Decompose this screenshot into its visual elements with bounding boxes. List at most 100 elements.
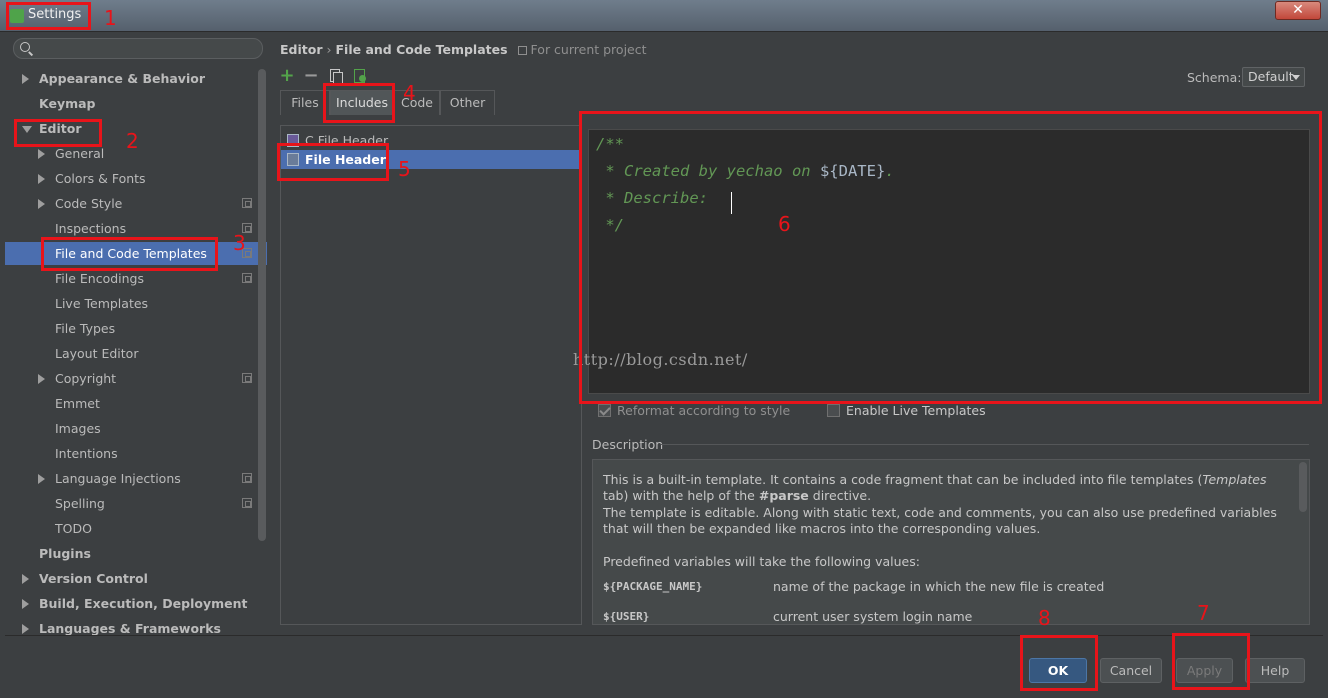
sidebar-item[interactable]: Languages & Frameworks bbox=[5, 617, 267, 635]
checkbox-icon bbox=[827, 404, 840, 417]
project-scope-icon bbox=[242, 273, 252, 283]
sidebar-item-label: Colors & Fonts bbox=[55, 171, 146, 186]
sidebar-item-label: Inspections bbox=[55, 221, 127, 236]
description-divider bbox=[661, 444, 1309, 445]
sidebar-item-label: Version Control bbox=[39, 571, 148, 586]
chevron-down-icon bbox=[1292, 75, 1300, 80]
tab-other[interactable]: Other bbox=[440, 90, 495, 115]
sidebar-item-label: Keymap bbox=[39, 96, 96, 111]
sidebar-item-label: Live Templates bbox=[55, 296, 149, 311]
sidebar-item-label: TODO bbox=[55, 521, 92, 536]
chevron-right-icon[interactable] bbox=[22, 624, 29, 634]
sidebar-item[interactable]: Language Injections bbox=[5, 467, 267, 490]
schema-label: Schema: bbox=[1187, 70, 1242, 85]
breadcrumb: Editor › File and Code Templates For curren… bbox=[280, 42, 647, 57]
desc-text: This is a built-in template. It contains… bbox=[603, 472, 1203, 487]
remove-template-button[interactable]: − bbox=[301, 66, 321, 86]
sidebar-item[interactable]: Colors & Fonts bbox=[5, 167, 267, 190]
sidebar-item[interactable]: Layout Editor bbox=[5, 342, 267, 365]
sidebar-item[interactable]: Live Templates bbox=[5, 292, 267, 315]
variable-description: name of the package in which the new fil… bbox=[773, 579, 1105, 594]
sidebar-item-label: Images bbox=[55, 421, 101, 436]
project-scope-icon bbox=[242, 373, 252, 383]
sidebar-item[interactable]: Emmet bbox=[5, 392, 267, 415]
sidebar-item-label: Appearance & Behavior bbox=[39, 71, 205, 86]
sidebar-item-label: Layout Editor bbox=[55, 346, 139, 361]
sidebar-item-label: File Types bbox=[55, 321, 116, 336]
annotation-number-6: 6 bbox=[778, 212, 791, 236]
close-window-button[interactable]: ✕ bbox=[1275, 1, 1321, 20]
chevron-right-icon[interactable] bbox=[38, 174, 45, 184]
enable-live-templates-checkbox[interactable]: Enable Live Templates bbox=[827, 403, 986, 419]
breadcrumb-separator: › bbox=[326, 42, 332, 57]
project-icon bbox=[517, 46, 527, 55]
sidebar-item-label: Languages & Frameworks bbox=[39, 621, 221, 635]
chevron-right-icon[interactable] bbox=[38, 474, 45, 484]
desc-text: directive. bbox=[808, 488, 872, 503]
sidebar-item[interactable]: Spelling bbox=[5, 492, 267, 515]
chevron-right-icon[interactable] bbox=[22, 599, 29, 609]
tab-code[interactable]: Code bbox=[394, 90, 440, 115]
project-scope-icon bbox=[242, 498, 252, 508]
chevron-right-icon[interactable] bbox=[22, 574, 29, 584]
sidebar-item[interactable]: Keymap bbox=[5, 92, 267, 115]
sidebar-item[interactable]: Version Control bbox=[5, 567, 267, 590]
desc-text: tab) with the help of the bbox=[603, 488, 759, 503]
sidebar-item[interactable]: Images bbox=[5, 417, 267, 440]
variable-name: ${USER} bbox=[603, 610, 650, 623]
checkbox-icon bbox=[598, 404, 611, 417]
description-paragraph-3: Predefined variables will take the follo… bbox=[603, 554, 920, 569]
breadcrumb-current: File and Code Templates bbox=[335, 42, 508, 57]
sidebar-item[interactable]: Copyright bbox=[5, 367, 267, 390]
sidebar-item-label: Copyright bbox=[55, 371, 117, 386]
settings-tree: Appearance & Behavior Keymap Editor General… bbox=[5, 68, 267, 635]
sidebar-item-label: Code Style bbox=[55, 196, 123, 211]
annotation-box-8 bbox=[1020, 635, 1098, 691]
annotation-number-3: 3 bbox=[233, 231, 246, 255]
help-button[interactable]: Help bbox=[1245, 658, 1305, 683]
description-paragraph-2: The template is editable. Along with sta… bbox=[603, 505, 1277, 536]
sidebar-item[interactable]: Appearance & Behavior bbox=[5, 68, 267, 90]
schema-value: Default bbox=[1248, 69, 1294, 84]
sidebar-item-label: Emmet bbox=[55, 396, 100, 411]
sidebar-item-label: General bbox=[55, 146, 105, 161]
annotation-box-7 bbox=[1172, 633, 1250, 690]
sidebar-item[interactable]: File Types bbox=[5, 317, 267, 340]
sidebar-item[interactable]: Build, Execution, Deployment bbox=[5, 592, 267, 615]
reformat-label: Reformat according to style bbox=[617, 403, 791, 418]
sidebar-item[interactable]: Intentions bbox=[5, 442, 267, 465]
project-scope-note: For current project bbox=[517, 42, 647, 57]
sidebar-item-label: Plugins bbox=[39, 546, 91, 561]
sidebar-item[interactable]: Code Style bbox=[5, 192, 267, 215]
schema-dropdown[interactable]: Default bbox=[1242, 67, 1305, 87]
annotation-number-8: 8 bbox=[1038, 606, 1051, 630]
annotation-box-4 bbox=[323, 83, 395, 123]
annotation-box-2 bbox=[14, 119, 102, 147]
annotation-number-4: 4 bbox=[403, 81, 416, 105]
title-bar: Settings ✕ bbox=[0, 0, 1328, 32]
sidebar-item[interactable]: TODO bbox=[5, 517, 267, 540]
add-template-button[interactable]: + bbox=[277, 66, 297, 86]
variable-description: current user system login name bbox=[773, 609, 973, 624]
project-scope-icon bbox=[242, 473, 252, 483]
description-paragraph-1: This is a built-in template. It contains… bbox=[603, 472, 1293, 504]
sidebar-item-label: Build, Execution, Deployment bbox=[39, 596, 248, 611]
sidebar-scrollbar[interactable] bbox=[258, 69, 266, 541]
annotation-number-5: 5 bbox=[398, 157, 411, 181]
chevron-right-icon[interactable] bbox=[22, 74, 29, 84]
annotation-box-3 bbox=[41, 237, 218, 271]
chevron-right-icon[interactable] bbox=[38, 149, 45, 159]
description-scrollbar[interactable] bbox=[1299, 462, 1307, 512]
cancel-button[interactable]: Cancel bbox=[1100, 658, 1162, 683]
sidebar-item-label: Intentions bbox=[55, 446, 118, 461]
sidebar-item[interactable]: Plugins bbox=[5, 542, 267, 565]
annotation-number-2: 2 bbox=[126, 129, 139, 153]
sidebar-item-label: Language Injections bbox=[55, 471, 181, 486]
chevron-right-icon[interactable] bbox=[38, 374, 45, 384]
project-scope-icon bbox=[242, 198, 252, 208]
chevron-right-icon[interactable] bbox=[38, 199, 45, 209]
settings-search-input[interactable] bbox=[13, 38, 263, 59]
description-heading: Description bbox=[592, 437, 664, 452]
sidebar-item-label: File Encodings bbox=[55, 271, 145, 286]
reformat-checkbox[interactable]: Reformat according to style bbox=[598, 403, 790, 419]
